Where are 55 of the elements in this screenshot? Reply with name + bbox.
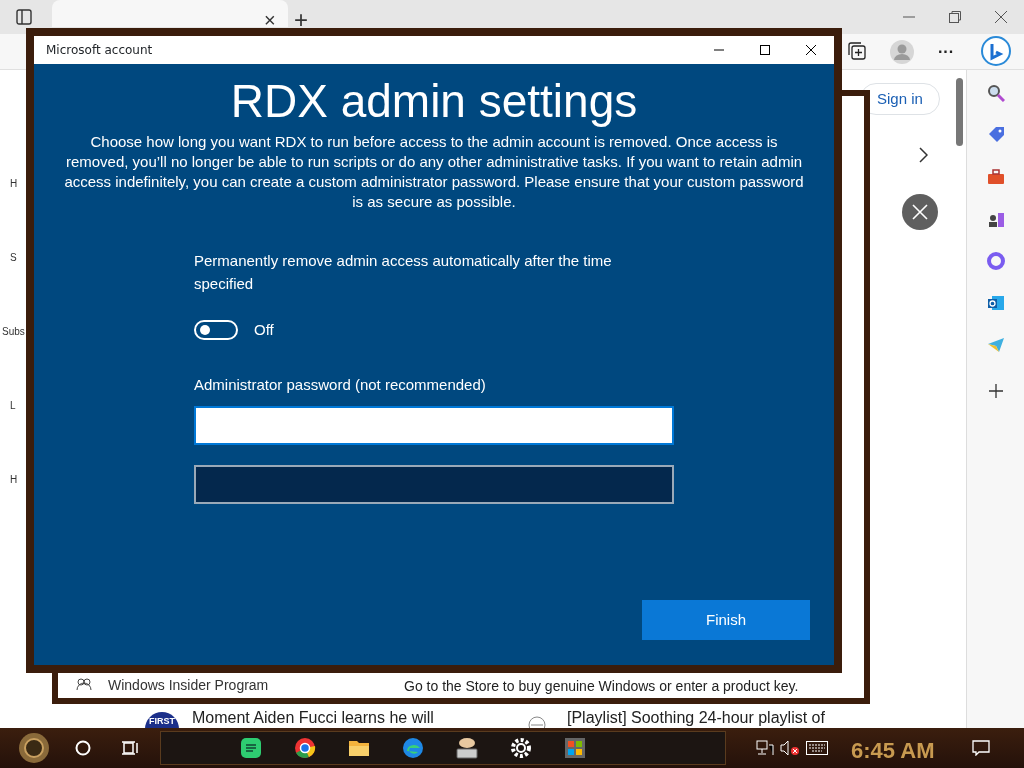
news-headline[interactable]: Moment Aiden Fucci learns he will bbox=[192, 709, 434, 726]
people-icon bbox=[76, 677, 92, 691]
list-item[interactable]: Windows Insider Program bbox=[108, 675, 269, 696]
password-field[interactable] bbox=[194, 406, 674, 445]
maximize-icon[interactable] bbox=[760, 45, 770, 55]
search-icon[interactable] bbox=[987, 84, 1005, 102]
search-circle-icon[interactable] bbox=[75, 740, 91, 756]
scrollbar-thumb[interactable] bbox=[956, 78, 963, 146]
close-circle-icon[interactable] bbox=[902, 194, 938, 230]
chess-pieces-icon[interactable] bbox=[987, 210, 1005, 228]
page-text: H bbox=[10, 177, 18, 191]
page-text: S bbox=[10, 251, 17, 265]
page-text: L bbox=[10, 399, 16, 413]
keyboard-icon[interactable] bbox=[806, 741, 828, 755]
browser-icon[interactable] bbox=[294, 737, 316, 759]
ring-icon[interactable] bbox=[987, 252, 1005, 270]
page-text: Subs bbox=[2, 325, 25, 339]
collections-icon[interactable] bbox=[848, 42, 866, 60]
news-headline[interactable]: [Playlist] Soothing 24-hour playlist of bbox=[567, 709, 825, 726]
chevron-right-icon[interactable] bbox=[918, 147, 928, 163]
finish-button[interactable]: Finish bbox=[642, 600, 810, 640]
edge-icon[interactable] bbox=[402, 737, 424, 759]
product-key-note: Go to the Store to buy genuine Windows or enter a product key. bbox=[404, 677, 799, 696]
store-icon[interactable] bbox=[564, 737, 586, 759]
field-label: Administrator password (not recommended) bbox=[194, 374, 487, 395]
mail-app-icon[interactable] bbox=[987, 294, 1005, 312]
task-view-icon[interactable] bbox=[122, 740, 138, 756]
toolbox-icon[interactable] bbox=[987, 168, 1005, 186]
close-icon[interactable] bbox=[995, 11, 1007, 23]
settings-icon[interactable] bbox=[510, 737, 532, 759]
toggle-label: Permanently remove admin access automatically after the time specified bbox=[194, 251, 613, 294]
tab-close-button[interactable]: × bbox=[264, 5, 276, 35]
add-icon[interactable] bbox=[989, 384, 1003, 398]
network-icon[interactable] bbox=[756, 740, 774, 756]
toggle-state: Off bbox=[254, 320, 274, 340]
restore-icon[interactable] bbox=[949, 11, 961, 23]
close-icon[interactable] bbox=[806, 45, 816, 55]
more-menu-button[interactable]: ··· bbox=[938, 40, 954, 64]
music-app-icon[interactable] bbox=[240, 737, 262, 759]
dialog-heading: RDX admin settings bbox=[229, 74, 639, 128]
dialog-description: Choose how long you want RDX to run before access to the admin account is removed. Once access is removed, you’ll no longer be able to run scripts or do any other administrative tasks. If you want to retain admin access indefinitely, you can create a custom administrator password. Please ensure that your custom password is as secure as possible. bbox=[63, 132, 805, 212]
keyboard-chat-icon[interactable] bbox=[456, 737, 478, 759]
speaker-muted-icon[interactable] bbox=[780, 740, 800, 756]
tag-icon[interactable] bbox=[987, 126, 1005, 144]
toggle-switch[interactable] bbox=[194, 320, 238, 341]
tab-actions-icon[interactable] bbox=[16, 9, 32, 25]
window-title: Microsoft account bbox=[46, 42, 153, 59]
profile-avatar-icon[interactable] bbox=[890, 40, 914, 64]
notifications-icon[interactable] bbox=[972, 740, 990, 756]
page-text: H bbox=[10, 473, 18, 487]
start-gear-icon[interactable] bbox=[18, 732, 50, 764]
chat-bubble-icon[interactable] bbox=[980, 36, 1012, 68]
password-field[interactable] bbox=[194, 465, 674, 504]
new-tab-button[interactable]: + bbox=[294, 2, 308, 38]
clock[interactable]: 6:45 AM bbox=[851, 734, 935, 767]
